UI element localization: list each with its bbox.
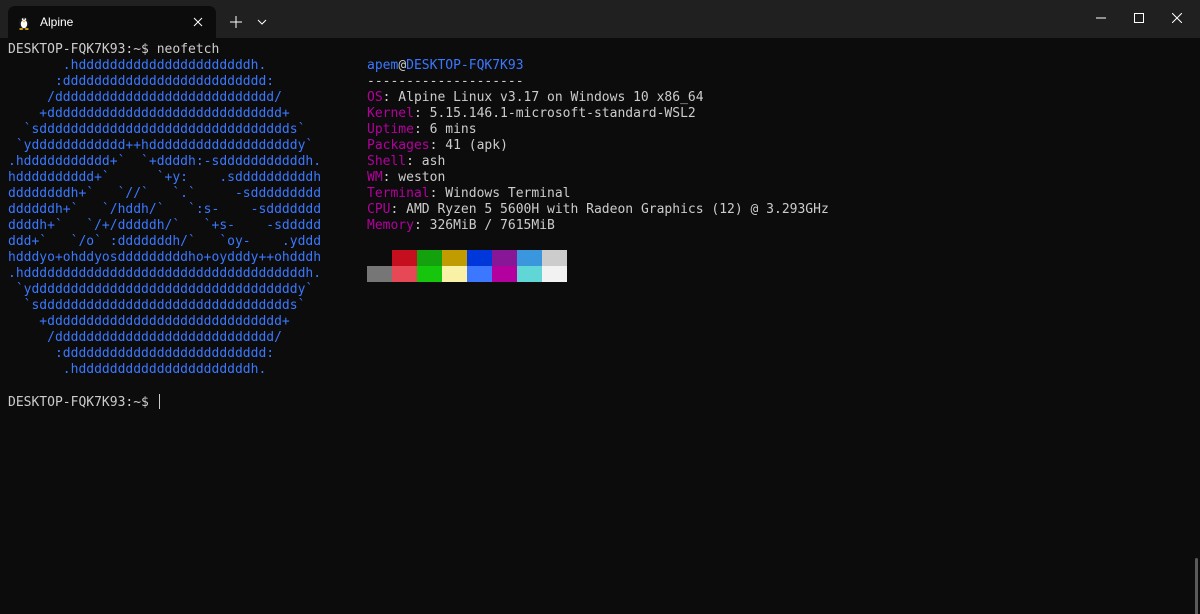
logo-line: `sdddddddddddddddddddddddddddddddds` — [8, 122, 306, 137]
close-tab-icon[interactable] — [188, 12, 208, 32]
info-value: : 6 mins — [413, 122, 477, 137]
color-swatch — [542, 266, 567, 282]
info-row-memory: Memory: 326MiB / 7615MiB — [367, 218, 829, 234]
color-swatch — [492, 266, 517, 282]
logo-line: /dddddddddddddddddddddddddddd/ — [8, 90, 282, 105]
title-bar: Alpine — [0, 0, 1200, 38]
hostname: DESKTOP-FQK7K93 — [406, 58, 524, 73]
logo-line: :dddddddddddddddddddddddddd: — [8, 74, 275, 89]
prompt: DESKTOP-FQK7K93:~$ — [8, 395, 149, 410]
color-swatch — [467, 250, 492, 266]
logo-line: .hddddddddddddddddddddddh. — [8, 58, 267, 73]
system-info: apem@DESKTOP-FQK7K93 -------------------… — [367, 58, 829, 234]
info-row-kernel: Kernel: 5.15.146.1-microsoft-standard-WS… — [367, 106, 829, 122]
tab-dropdown-button[interactable] — [252, 12, 272, 32]
info-value: : AMD Ryzen 5 5600H with Radeon Graphics… — [390, 202, 829, 217]
color-palette — [367, 250, 567, 282]
color-swatch — [442, 266, 467, 282]
command-line: DESKTOP-FQK7K93:~$ neofetch — [8, 42, 219, 58]
logo-line: .hddddddddddddddddddddddh. — [8, 362, 267, 377]
logo-line: +dddddddddddddddddddddddddddddd+ — [8, 314, 290, 329]
info-key: WM — [367, 170, 383, 185]
color-swatch — [367, 250, 392, 266]
color-swatch — [467, 266, 492, 282]
logo-line: .hddddddddddddddddddddddddddddddddddddh. — [8, 266, 322, 281]
color-swatch — [392, 250, 417, 266]
logo-line: +dddddddddddddddddddddddddddddd+ — [8, 106, 290, 121]
info-value: : 326MiB / 7615MiB — [413, 218, 555, 233]
info-value: : 41 (apk) — [429, 138, 508, 153]
color-swatch — [367, 266, 392, 282]
palette-row-bright — [367, 266, 567, 282]
username: apem — [367, 58, 399, 73]
logo-line: ddddh+` `/+/dddddh/` `+s- -sddddd — [8, 218, 322, 233]
color-swatch — [542, 250, 567, 266]
info-value: : 5.15.146.1-microsoft-standard-WSL2 — [413, 106, 696, 121]
info-value: : Alpine Linux v3.17 on Windows 10 x86_6… — [382, 90, 704, 105]
logo-line: `ydddddddddddd++hdddddddddddddddddddy` — [8, 138, 314, 153]
info-value: : Windows Terminal — [429, 186, 571, 201]
logo-line: ddddddh+` `/hddh/` `:s- -sddddddd — [8, 202, 322, 217]
color-swatch — [517, 266, 542, 282]
logo-line: ddddddddh+` `//` `.` -sddddddddd — [8, 186, 322, 201]
info-row-uptime: Uptime: 6 mins — [367, 122, 829, 138]
info-key: CPU — [367, 202, 391, 217]
info-key: Uptime — [367, 122, 414, 137]
logo-line: hdddddddddd+` `+y: .sddddddddddh — [8, 170, 322, 185]
prompt: DESKTOP-FQK7K93:~$ — [8, 42, 149, 57]
chevron-down-icon — [257, 19, 267, 25]
color-swatch — [492, 250, 517, 266]
logo-line: :dddddddddddddddddddddddddd: — [8, 346, 275, 361]
info-row-packages: Packages: 41 (apk) — [367, 138, 829, 154]
terminal-output[interactable]: DESKTOP-FQK7K93:~$ neofetch .hdddddddddd… — [0, 38, 1200, 614]
terminal-window: Alpine DESKTOP-FQK7K93:~$ neofetch .hddd… — [0, 0, 1200, 614]
separator-line: -------------------- — [367, 74, 524, 89]
scrollbar[interactable] — [1195, 558, 1198, 614]
tab-alpine[interactable]: Alpine — [8, 6, 216, 38]
info-value: : ash — [406, 154, 446, 169]
color-swatch — [417, 266, 442, 282]
color-swatch — [392, 266, 417, 282]
tab-title: Alpine — [40, 15, 74, 29]
close-icon — [1172, 13, 1182, 23]
info-key: Memory — [367, 218, 414, 233]
at-sign: @ — [398, 58, 407, 73]
info-row-shell: Shell: ash — [367, 154, 829, 170]
logo-line: hdddyo+ohddyosdddddddddho+oydddy++ohdddh — [8, 250, 322, 265]
info-row-os: OS: Alpine Linux v3.17 on Windows 10 x86… — [367, 90, 829, 106]
text-cursor — [158, 394, 160, 409]
color-swatch — [442, 250, 467, 266]
info-value: : weston — [382, 170, 446, 185]
command: neofetch — [156, 42, 220, 57]
plus-icon — [230, 16, 242, 28]
penguin-icon — [16, 14, 32, 30]
info-key: Terminal — [367, 186, 430, 201]
palette-row-normal — [367, 250, 567, 266]
logo-line: /dddddddddddddddddddddddddddd/ — [8, 330, 282, 345]
user-host-line: apem@DESKTOP-FQK7K93 — [367, 58, 829, 74]
info-row-terminal: Terminal: Windows Terminal — [367, 186, 829, 202]
color-swatch — [517, 250, 542, 266]
logo-line: `sdddddddddddddddddddddddddddddddds` — [8, 298, 306, 313]
logo-line: `yddddddddddddddddddddddddddddddddddy` — [8, 282, 314, 297]
info-key: OS — [367, 90, 383, 105]
info-key: Kernel — [367, 106, 414, 121]
close-window-button[interactable] — [1154, 0, 1200, 36]
new-tab-button[interactable] — [224, 10, 248, 34]
logo-line: ddd+` `/o` :dddddddh/` `oy- .yddd — [8, 234, 322, 249]
info-row-wm: WM: weston — [367, 170, 829, 186]
logo-line: .hddddddddddd+` `+ddddh:-sdddddddddddh. — [8, 154, 322, 169]
minimize-icon — [1096, 17, 1106, 19]
info-key: Packages — [367, 138, 430, 153]
alpine-ascii-logo: .hddddddddddddddddddddddh. :dddddddddddd… — [8, 58, 321, 378]
color-swatch — [417, 250, 442, 266]
info-key: Shell — [367, 154, 407, 169]
maximize-icon — [1134, 13, 1144, 23]
active-prompt-line[interactable]: DESKTOP-FQK7K93:~$ — [8, 394, 160, 410]
info-row-cpu: CPU: AMD Ryzen 5 5600H with Radeon Graph… — [367, 202, 829, 218]
